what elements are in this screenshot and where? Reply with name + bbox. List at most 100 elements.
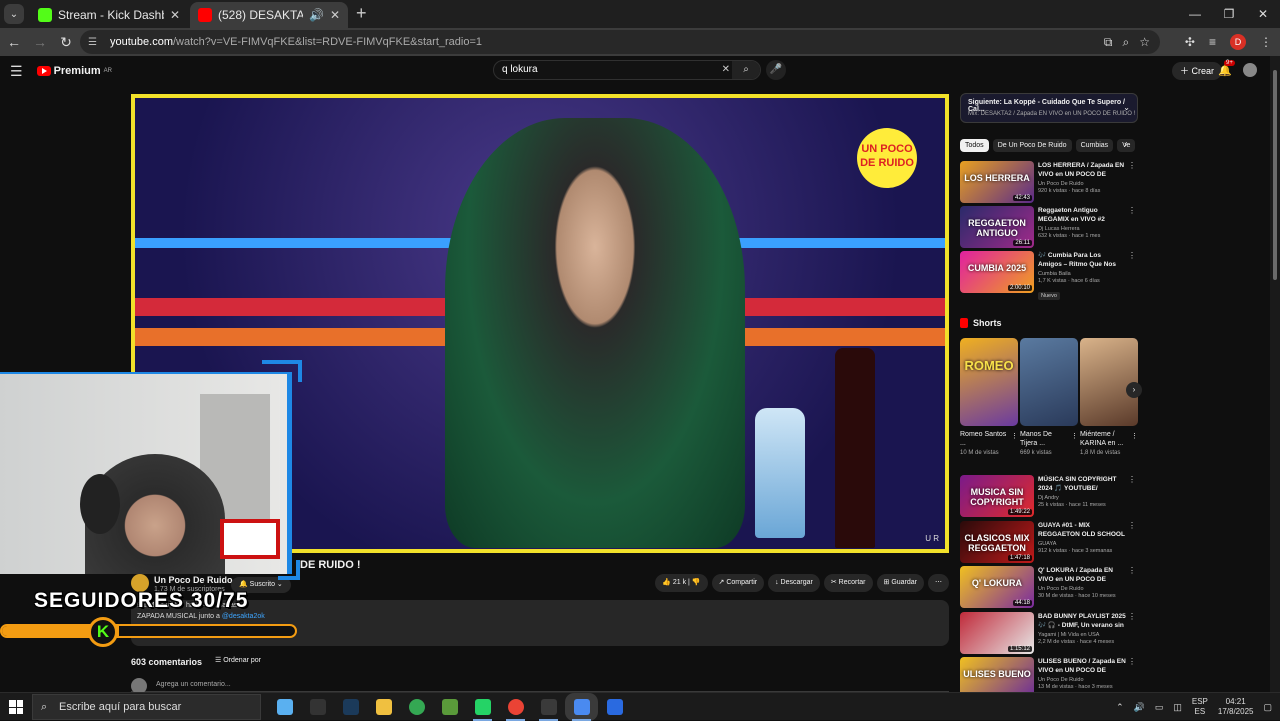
video-title[interactable]: BAD BUNNY PLAYLIST 2025 🎶 🎧 - DtMF, Un v… <box>1038 612 1126 630</box>
channel-name[interactable]: Dj Andry <box>1038 495 1126 501</box>
whatsapp-app-icon[interactable] <box>466 693 499 721</box>
hamburger-menu-icon[interactable]: ☰ <box>10 63 23 80</box>
more-options-icon[interactable]: ⋮ <box>1128 566 1136 575</box>
install-app-icon[interactable]: ⧉ <box>1104 35 1113 50</box>
video-thumbnail[interactable]: Q' LOKURA 44:18 <box>960 566 1034 608</box>
channel-name[interactable]: Un Poco De Ruido ✓ <box>154 575 243 586</box>
add-comment-field[interactable]: Agrega un comentario... <box>131 678 949 694</box>
save-button[interactable]: ⊞ Guardar <box>876 574 924 592</box>
video-title[interactable]: MÚSICA SIN COPYRIGHT 2024 🎵 YOUTUBE/ TWI… <box>1038 475 1126 493</box>
short-thumbnail[interactable]: ROMEO <box>960 338 1018 426</box>
download-button[interactable]: ↓ Descargar <box>768 574 820 592</box>
close-icon[interactable]: ✕ <box>330 8 340 22</box>
windows-start-icon[interactable] <box>9 700 23 714</box>
display-icon[interactable]: ◫ <box>1173 702 1182 713</box>
recommended-video[interactable]: CLASICOS MIX REGGAETON 1:47:18 GUAYA #01 -… <box>960 520 1138 565</box>
clock[interactable]: 04:21 17/8/2025 <box>1218 697 1254 717</box>
clear-search-icon[interactable]: ✕ <box>722 61 730 79</box>
video-thumbnail[interactable]: MUSICA SIN COPYRIGHT 1:49:22 <box>960 475 1034 517</box>
sort-comments-button[interactable]: ☰ Ordenar por <box>215 656 261 664</box>
video-thumbnail[interactable]: 1:15:12 <box>960 611 1034 654</box>
share-button[interactable]: ↗ Compartir <box>711 574 765 592</box>
app-blue-icon[interactable] <box>565 693 598 721</box>
chevron-down-icon[interactable]: ⌄ <box>1123 103 1130 112</box>
short-title[interactable]: Romeo Santos ... <box>960 430 1008 448</box>
video-title[interactable]: LOS HERRERA / Zapada EN VIVO en UN POCO … <box>1038 161 1126 179</box>
recommended-video[interactable]: 1:15:12 BAD BUNNY PLAYLIST 2025 🎶 🎧 - DtM… <box>960 611 1138 656</box>
channel-name[interactable]: GUAYA <box>1038 541 1126 547</box>
more-actions-button[interactable]: ⋯ <box>928 574 949 592</box>
notifications-icon[interactable]: ▢ <box>1263 702 1272 713</box>
page-scrollbar[interactable] <box>1270 56 1280 692</box>
video-thumbnail[interactable]: REGGAETON ANTIGUO 26:11 <box>960 206 1034 248</box>
channel-name[interactable]: Un Poco De Ruido <box>1038 181 1126 187</box>
tab-search-button[interactable]: ⌄ <box>4 4 24 24</box>
channel-name[interactable]: Un Poco De Ruido <box>1038 677 1126 683</box>
short-title[interactable]: Miénteme / KARINA en ... <box>1080 430 1128 448</box>
create-button[interactable]: ＋ Crear <box>1172 62 1223 80</box>
video-title[interactable]: Reggaeton Antiguo MEGAMIX en VIVO #2 (Wi… <box>1038 206 1126 224</box>
account-avatar[interactable] <box>1243 63 1257 77</box>
minecraft-app-icon[interactable] <box>433 693 466 721</box>
clip-button[interactable]: ✂ Recortar <box>823 574 873 592</box>
search-input[interactable]: q lokura ✕ ⌕ <box>493 60 761 80</box>
more-options-icon[interactable]: ⋮ <box>1128 206 1136 215</box>
chevron-right-icon[interactable]: › <box>1124 139 1127 149</box>
short-item[interactable]: ROMEO Romeo Santos ... 10 M de vistas ⋮ <box>960 338 1018 456</box>
app-blue-2-icon[interactable] <box>598 693 631 721</box>
chrome-profile-app-icon[interactable] <box>499 693 532 721</box>
voice-search-icon[interactable]: 🎤 <box>766 60 786 80</box>
close-window-button[interactable]: ✕ <box>1246 0 1280 28</box>
media-queue-icon[interactable]: ≡ <box>1209 35 1216 49</box>
back-button[interactable]: ← <box>2 34 26 50</box>
volume-icon[interactable]: 🔊 <box>1134 702 1145 713</box>
epic-games-app-icon[interactable] <box>301 693 334 721</box>
chip-all[interactable]: Todos <box>960 139 989 152</box>
video-thumbnail[interactable]: LOS HERRERA 42:43 <box>960 161 1034 203</box>
chrome-app-icon[interactable] <box>400 693 433 721</box>
shorts-next-button[interactable]: › <box>1126 382 1142 398</box>
more-options-icon[interactable]: ⋮ <box>1128 475 1136 484</box>
more-options-icon[interactable]: ⋮ <box>1128 612 1136 621</box>
more-options-icon[interactable]: ⋮ <box>1128 251 1136 260</box>
tab-kick-dashboard[interactable]: Stream - Kick Dashboard ✕ <box>30 2 188 28</box>
file-explorer-app-icon[interactable] <box>367 693 400 721</box>
more-options-icon[interactable]: ⋮ <box>1128 657 1136 666</box>
more-options-icon[interactable]: ⋮ <box>1071 432 1078 440</box>
recommended-video[interactable]: CUMBIA 2025 2:00:10 🎶 Cumbia Para Los Amig… <box>960 251 1138 300</box>
up-next-mix-panel[interactable]: Siguiente: La Koppé - Cuidado Que Te Sup… <box>960 93 1138 123</box>
channel-name[interactable]: Dj Lucas Herrera <box>1038 226 1126 232</box>
site-info-icon[interactable]: ☰ <box>88 37 102 48</box>
address-bar[interactable]: ☰ youtube.com/watch?v=VE-FIMVqFKE&list=R… <box>80 30 1160 54</box>
short-item[interactable]: Manos De Tijera ... 669 k vistas ⋮ <box>1020 338 1078 456</box>
video-title[interactable]: GUAYA #01 - MIX REGGAETON OLD SCHOOL <box>1038 521 1126 539</box>
taskbar-search-input[interactable]: ⌕ Escribe aquí para buscar <box>32 694 261 720</box>
speaker-icon[interactable]: 🔊 <box>309 8 324 22</box>
short-thumbnail[interactable] <box>1020 338 1078 426</box>
profile-avatar[interactable]: D <box>1230 34 1246 50</box>
mention-link[interactable]: @desakta2ok <box>222 613 265 620</box>
chip-channel[interactable]: De Un Poco De Ruido <box>992 139 1072 152</box>
restore-button[interactable]: ❐ <box>1212 0 1246 28</box>
description-box[interactable]: 9,1 M de vistas hace 4 semanas ZAPADA MU… <box>131 600 949 646</box>
chevron-up-icon[interactable]: ⌃ <box>1116 702 1124 713</box>
browser-menu-icon[interactable]: ⋮ <box>1260 35 1272 49</box>
more-options-icon[interactable]: ⋮ <box>1128 161 1136 170</box>
notifications-bell-icon[interactable]: 🔔 9+ <box>1218 60 1235 77</box>
recommended-video[interactable]: MUSICA SIN COPYRIGHT 1:49:22 MÚSICA SIN CO… <box>960 475 1138 519</box>
new-tab-button[interactable]: + <box>356 3 367 24</box>
short-title[interactable]: Manos De Tijera ... <box>1020 430 1068 448</box>
obs-app-icon[interactable] <box>532 693 565 721</box>
like-button[interactable]: 👍 21 k | 👎 <box>655 574 708 592</box>
recommended-video[interactable]: REGGAETON ANTIGUO 26:11 Reggaeton Antiguo … <box>960 206 1138 250</box>
more-options-icon[interactable]: ⋮ <box>1128 521 1136 530</box>
more-options-icon[interactable]: ⋮ <box>1131 432 1138 440</box>
video-thumbnail[interactable]: CLASICOS MIX REGGAETON 1:47:18 <box>960 520 1034 563</box>
video-title[interactable]: Q' LOKURA / Zapada EN VIVO en UN POCO DE… <box>1038 566 1126 584</box>
zoom-icon[interactable]: ⌕ <box>1123 35 1130 50</box>
steam-app-icon[interactable] <box>334 693 367 721</box>
video-title[interactable]: ULISES BUENO / Zapada EN VIVO en UN POCO… <box>1038 657 1126 675</box>
recommended-video[interactable]: LOS HERRERA 42:43 LOS HERRERA / Zapada EN … <box>960 161 1138 205</box>
copilot-app-icon[interactable] <box>268 693 301 721</box>
reload-button[interactable]: ↻ <box>54 34 78 51</box>
